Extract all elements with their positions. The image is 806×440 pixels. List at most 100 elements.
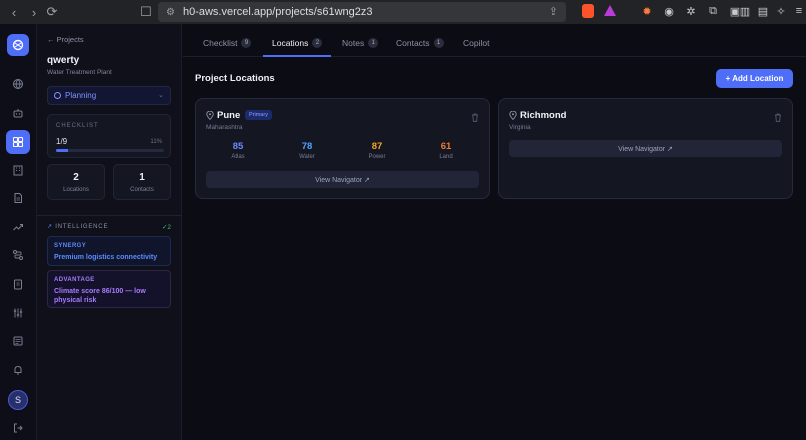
tab-label: Checklist bbox=[203, 38, 238, 48]
globe-icon[interactable] bbox=[6, 72, 30, 96]
sidebar-toggle-icon[interactable]: ▥ bbox=[738, 4, 752, 18]
back-to-projects-link[interactable]: ← Projects bbox=[47, 35, 84, 44]
metric-value: 78 bbox=[301, 141, 313, 152]
main-content: Checklist 9 Locations 2 Notes 1 Contacts… bbox=[183, 24, 806, 440]
locations-label: Locations bbox=[63, 187, 89, 193]
forward-arrow-icon[interactable]: › bbox=[26, 4, 42, 20]
metric-land: 61 Land bbox=[416, 141, 476, 160]
tab-locations[interactable]: Locations 2 bbox=[272, 38, 323, 48]
user-avatar[interactable]: S bbox=[8, 390, 28, 410]
tab-notes[interactable]: Notes 1 bbox=[342, 38, 379, 48]
location-region: Maharashtra bbox=[206, 124, 243, 131]
location-card-richmond[interactable]: Richmond Virginia View Navigator ↗ bbox=[498, 98, 793, 199]
logout-icon[interactable] bbox=[6, 416, 30, 440]
extensions-bar: ✹ ◉ ✲ ⧉ ▣ bbox=[640, 4, 742, 18]
location-card-pune[interactable]: Pune Primary Maharashtra 85 Atlas 78 Wat… bbox=[195, 98, 490, 199]
site-settings-icon[interactable]: ⚙ bbox=[166, 7, 175, 18]
checklist-card[interactable]: CHECKLIST 1/9 11% bbox=[47, 114, 171, 158]
brave-shield-icon[interactable] bbox=[582, 4, 594, 18]
view-navigator-button[interactable]: View Navigator ↗ bbox=[206, 171, 479, 188]
tab-badge: 1 bbox=[368, 38, 379, 48]
intelligence-title: INTELLIGENCE bbox=[55, 224, 109, 230]
locations-stat-card[interactable]: 2 Locations bbox=[47, 164, 105, 200]
locations-count: 2 bbox=[73, 172, 79, 183]
map-pin-icon bbox=[206, 110, 214, 122]
back-arrow-icon[interactable]: ‹ bbox=[6, 4, 22, 20]
trash-icon[interactable] bbox=[471, 109, 479, 122]
newspaper-icon[interactable] bbox=[6, 329, 30, 353]
route-icon[interactable] bbox=[6, 243, 30, 267]
chevron-down-icon: ⌄ bbox=[158, 92, 164, 99]
contacts-stat-card[interactable]: 1 Contacts bbox=[113, 164, 171, 200]
app-icon-rail: S bbox=[0, 24, 37, 440]
reload-icon[interactable]: ⟳ bbox=[44, 4, 60, 20]
metric-water: 78 Water bbox=[277, 141, 337, 160]
tab-label: Notes bbox=[342, 38, 365, 48]
dashboard-icon[interactable] bbox=[6, 130, 30, 154]
document-icon[interactable] bbox=[6, 186, 30, 210]
url-text: h0-aws.vercel.app/projects/s61wng2z3 bbox=[182, 6, 373, 18]
trend-icon: ↗ bbox=[47, 224, 53, 230]
extensions-puzzle-icon[interactable]: ⧉ bbox=[706, 4, 720, 18]
view-navigator-button[interactable]: View Navigator ↗ bbox=[509, 140, 782, 157]
address-bar[interactable]: ⚙ h0-aws.vercel.app/projects/s61wng2z3 ⇪ bbox=[158, 2, 566, 22]
bell-icon[interactable] bbox=[6, 358, 30, 382]
share-icon[interactable]: ⇪ bbox=[549, 5, 558, 18]
metric-power: 87 Power bbox=[347, 141, 407, 160]
menu-icon[interactable]: ≡ bbox=[792, 4, 806, 18]
tab-badge: 2 bbox=[312, 38, 323, 48]
tab-badge: 9 bbox=[241, 38, 252, 48]
sliders-icon[interactable] bbox=[6, 301, 30, 325]
tab-contacts[interactable]: Contacts 1 bbox=[396, 38, 444, 48]
location-name: Pune bbox=[217, 110, 241, 121]
metric-label: Power bbox=[368, 154, 386, 160]
tab-label: Contacts bbox=[396, 38, 430, 48]
add-location-button[interactable]: + Add Location bbox=[716, 69, 793, 88]
tab-checklist[interactable]: Checklist 9 bbox=[203, 38, 252, 48]
checklist-percent: 11% bbox=[150, 139, 162, 145]
extension-gear-icon[interactable]: ✲ bbox=[684, 4, 698, 18]
building-icon[interactable] bbox=[6, 158, 30, 182]
insight-tag: SYNERGY bbox=[54, 243, 87, 249]
intelligence-heading: ↗ INTELLIGENCE bbox=[47, 223, 108, 230]
bot-icon[interactable] bbox=[6, 101, 30, 125]
tab-badge: 1 bbox=[433, 38, 444, 48]
contacts-count: 1 bbox=[139, 172, 145, 183]
map-pin-icon bbox=[509, 110, 517, 122]
page-title: Project Locations bbox=[195, 73, 275, 84]
checklist-progress-fill bbox=[56, 149, 68, 152]
trending-icon[interactable] bbox=[6, 215, 30, 239]
status-circle-icon bbox=[54, 92, 61, 99]
app-logo-icon[interactable] bbox=[7, 34, 29, 56]
tab-copilot[interactable]: Copilot bbox=[463, 38, 489, 48]
status-select[interactable]: Planning ⌄ bbox=[47, 86, 171, 105]
metric-label: Atlas bbox=[231, 154, 245, 160]
contacts-label: Contacts bbox=[130, 187, 154, 193]
trash-icon[interactable] bbox=[774, 109, 782, 122]
project-type: Water Treatment Plant bbox=[47, 69, 112, 76]
leo-ai-icon[interactable]: ✧ bbox=[774, 4, 788, 18]
extension-circle-icon[interactable]: ◉ bbox=[662, 4, 676, 18]
checklist-count: 1/9 bbox=[56, 137, 68, 146]
extension-fox-icon[interactable]: ✹ bbox=[640, 4, 654, 18]
insight-text: Climate score 86/100 — low physical risk bbox=[54, 288, 146, 304]
sidebar-divider bbox=[37, 215, 182, 216]
browser-toolbar: ‹ › ⟳ ☐ ⚙ h0-aws.vercel.app/projects/s61… bbox=[0, 0, 806, 24]
brave-rewards-icon[interactable] bbox=[604, 5, 616, 16]
location-region: Virginia bbox=[509, 124, 531, 131]
insight-tag: ADVANTAGE bbox=[54, 277, 95, 283]
bookmark-icon[interactable]: ☐ bbox=[138, 4, 154, 20]
metric-value: 87 bbox=[371, 141, 383, 152]
project-sidebar: ← Projects qwerty Water Treatment Plant … bbox=[37, 24, 182, 440]
clipboard-icon[interactable] bbox=[6, 272, 30, 296]
project-tabs: Checklist 9 Locations 2 Notes 1 Contacts… bbox=[183, 24, 806, 57]
insight-card-synergy[interactable]: SYNERGY Premium logistics connectivity bbox=[47, 236, 171, 266]
insight-card-advantage[interactable]: ADVANTAGE Climate score 86/100 — low phy… bbox=[47, 270, 171, 308]
wallet-icon[interactable]: ▤ bbox=[756, 4, 770, 18]
metric-atlas: 85 Atlas bbox=[208, 141, 268, 160]
status-value: Planning bbox=[65, 91, 97, 100]
checklist-label: CHECKLIST bbox=[56, 123, 99, 129]
insight-text: Premium logistics connectivity bbox=[54, 254, 158, 261]
metric-value: 61 bbox=[440, 141, 452, 152]
metric-value: 85 bbox=[232, 141, 244, 152]
